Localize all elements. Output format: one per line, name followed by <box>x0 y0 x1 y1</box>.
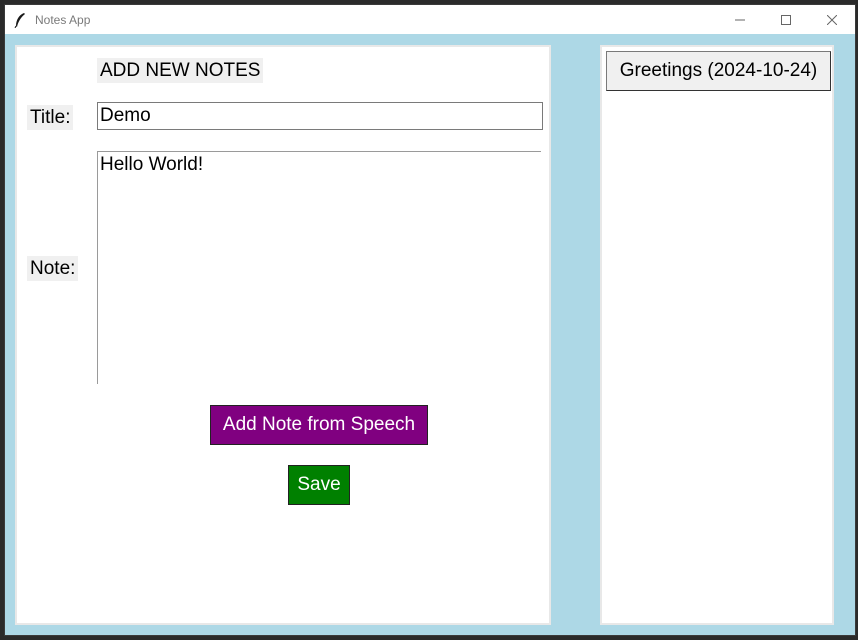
title-input[interactable] <box>97 102 543 130</box>
add-note-from-speech-button[interactable]: Add Note from Speech <box>210 405 428 445</box>
desktop-background-bottom <box>0 636 858 640</box>
window-controls <box>717 5 855 34</box>
note-label: Note: <box>27 256 79 281</box>
close-icon <box>826 12 838 28</box>
notes-list-panel: Greetings (2024-10-24) <box>600 45 834 625</box>
note-form-panel: ADD NEW NOTES Title: Note: Hello World! … <box>15 45 551 625</box>
note-textarea[interactable]: Hello World! <box>97 151 541 384</box>
form-header: ADD NEW NOTES <box>97 58 264 83</box>
notes-app-window: Notes App ADD NEW NOTES Title: Note: <box>4 4 856 636</box>
feather-icon <box>13 12 27 28</box>
minimize-button[interactable] <box>717 5 763 34</box>
minimize-icon <box>735 12 745 28</box>
window-title: Notes App <box>35 12 91 27</box>
title-label: Title: <box>27 105 74 130</box>
maximize-icon <box>781 12 791 28</box>
save-button[interactable]: Save <box>288 465 350 505</box>
maximize-button[interactable] <box>763 5 809 34</box>
note-list-item[interactable]: Greetings (2024-10-24) <box>606 51 831 91</box>
close-button[interactable] <box>809 5 855 34</box>
title-bar[interactable]: Notes App <box>5 5 855 34</box>
